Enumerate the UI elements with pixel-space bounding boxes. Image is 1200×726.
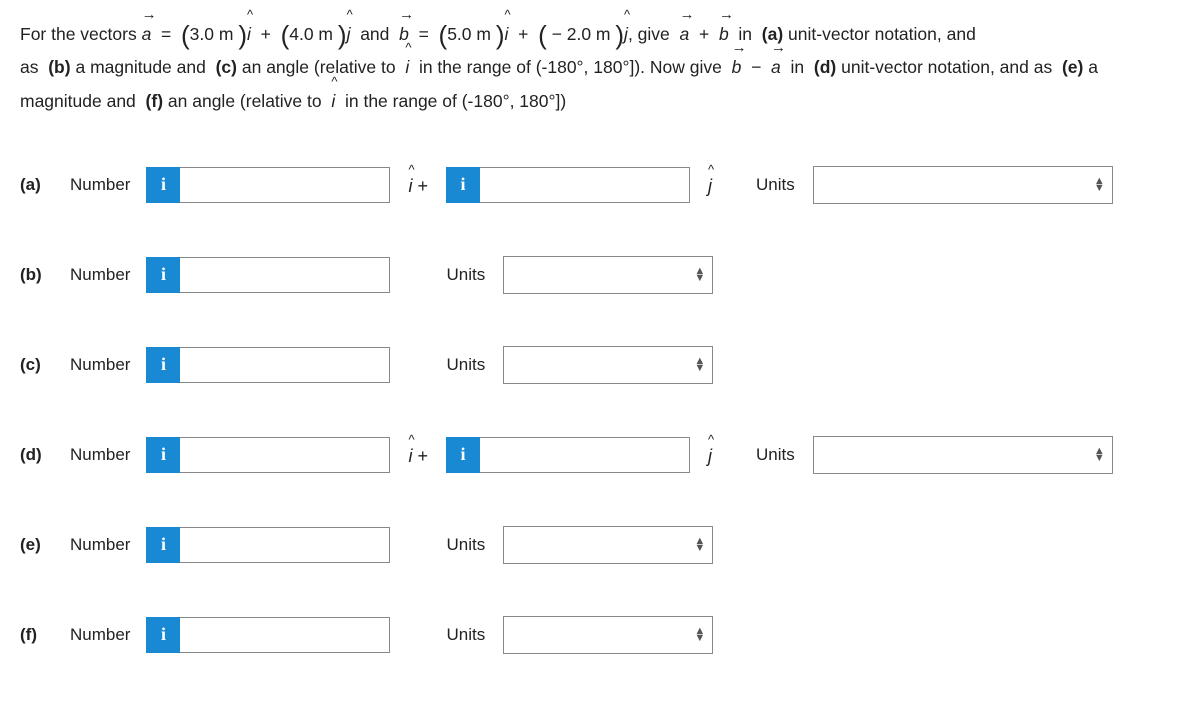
input-b[interactable] [180, 257, 390, 293]
number-label: Number [70, 622, 130, 648]
units-label: Units [446, 532, 485, 558]
row-d: (d) Number i i + i j Units ▲▼ [20, 436, 1180, 474]
input-d-j[interactable] [480, 437, 690, 473]
row-c: (c) Number i Units ▲▼ [20, 346, 1180, 384]
units-select-d[interactable] [813, 436, 1113, 474]
number-label: Number [70, 352, 130, 378]
input-a-j[interactable] [480, 167, 690, 203]
number-label: Number [70, 532, 130, 558]
units-label: Units [446, 622, 485, 648]
part-label-a: (a) [20, 172, 56, 198]
i-hat-plus: i + [408, 173, 428, 200]
info-box-a-i: i [146, 167, 390, 203]
units-label: Units [446, 262, 485, 288]
units-select-c[interactable] [503, 346, 713, 384]
number-label: Number [70, 262, 130, 288]
info-icon[interactable]: i [146, 617, 180, 653]
number-label: Number [70, 442, 130, 468]
row-a: (a) Number i i + i j Units ▲▼ [20, 166, 1180, 204]
j-hat: j [708, 443, 712, 470]
row-f: (f) Number i Units ▲▼ [20, 616, 1180, 654]
info-icon[interactable]: i [146, 437, 180, 473]
i-hat-plus: i + [408, 443, 428, 470]
part-label-c: (c) [20, 352, 56, 378]
info-box-a-j: i [446, 167, 690, 203]
info-box-d-j: i [446, 437, 690, 473]
info-icon[interactable]: i [146, 257, 180, 293]
input-e[interactable] [180, 527, 390, 563]
problem-text: For the vectors →a = (3.0 m )i + (4.0 m … [20, 18, 1180, 118]
info-box-f: i [146, 617, 390, 653]
input-a-i[interactable] [180, 167, 390, 203]
number-label: Number [70, 172, 130, 198]
units-select-f[interactable] [503, 616, 713, 654]
input-d-i[interactable] [180, 437, 390, 473]
info-icon[interactable]: i [446, 167, 480, 203]
units-select-e[interactable] [503, 526, 713, 564]
info-icon[interactable]: i [146, 527, 180, 563]
row-e: (e) Number i Units ▲▼ [20, 526, 1180, 564]
part-label-b: (b) [20, 262, 56, 288]
units-label: Units [756, 172, 795, 198]
units-label: Units [446, 352, 485, 378]
row-b: (b) Number i Units ▲▼ [20, 256, 1180, 294]
info-icon[interactable]: i [146, 167, 180, 203]
input-c[interactable] [180, 347, 390, 383]
units-select-b[interactable] [503, 256, 713, 294]
info-icon[interactable]: i [446, 437, 480, 473]
info-box-c: i [146, 347, 390, 383]
info-box-b: i [146, 257, 390, 293]
units-label: Units [756, 442, 795, 468]
units-select-a[interactable] [813, 166, 1113, 204]
part-label-e: (e) [20, 532, 56, 558]
answers-section: (a) Number i i + i j Units ▲▼ (b) Number… [20, 166, 1180, 654]
info-icon[interactable]: i [146, 347, 180, 383]
input-f[interactable] [180, 617, 390, 653]
info-box-d-i: i [146, 437, 390, 473]
info-box-e: i [146, 527, 390, 563]
part-label-f: (f) [20, 622, 56, 648]
part-label-d: (d) [20, 442, 56, 468]
j-hat: j [708, 173, 712, 200]
